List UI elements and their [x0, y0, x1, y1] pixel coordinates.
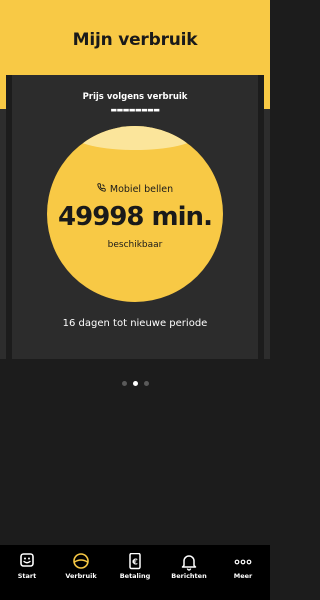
card-title: Prijs volgens verbruik	[82, 92, 188, 102]
pager-dot[interactable]	[121, 381, 127, 386]
usage-card[interactable]: Prijs volgens verbruik ▬▬▬▬▬▬▬▬ Mobiel b…	[12, 75, 258, 359]
pager-dot-active[interactable]	[132, 381, 138, 386]
tab-label: Betaling	[119, 572, 151, 580]
gauge-circle-icon	[71, 553, 91, 571]
tab-betaling[interactable]: € Betaling	[108, 545, 162, 600]
period-countdown: 16 dagen tot nieuwe periode	[62, 318, 208, 329]
tab-label: Verbruik	[65, 572, 97, 580]
previous-card-peek[interactable]	[0, 75, 6, 109]
tab-label: Meer	[233, 572, 253, 580]
bottom-tab-bar: Start Verbruik € Betaling Berichten Meer	[0, 545, 270, 600]
tab-label: Start	[17, 572, 37, 580]
usage-circle: Mobiel bellen 49998 min. beschikbaar	[47, 126, 223, 302]
tab-start[interactable]: Start	[0, 545, 54, 600]
bell-icon	[179, 553, 199, 571]
more-dots-icon	[233, 553, 253, 571]
next-card-peek[interactable]	[264, 75, 270, 109]
pager-dots[interactable]	[0, 381, 270, 387]
tab-label: Berichten	[171, 572, 207, 580]
remaining-caption: beschikbaar	[107, 240, 163, 250]
service-label-text: Mobiel bellen	[109, 184, 174, 195]
tab-meer[interactable]: Meer	[216, 545, 270, 600]
service-label: Mobiel bellen	[47, 183, 223, 195]
tab-berichten[interactable]: Berichten	[162, 545, 216, 600]
previous-card-peek-body[interactable]	[0, 109, 6, 359]
tab-verbruik[interactable]: Verbruik	[54, 545, 108, 600]
smiley-box-icon	[17, 553, 37, 571]
euro-card-icon: €	[125, 552, 145, 571]
header: Mijn verbruik	[0, 0, 270, 75]
card-subtitle-redacted: ▬▬▬▬▬▬▬▬	[110, 106, 160, 114]
pager-dot[interactable]	[143, 381, 149, 386]
next-card-peek-body[interactable]	[264, 109, 270, 359]
page-title: Mijn verbruik	[72, 30, 198, 50]
svg-text:€: €	[131, 558, 138, 567]
phone-icon	[97, 183, 106, 195]
remaining-minutes: 49998 min.	[58, 202, 213, 232]
circle-highlight	[73, 126, 197, 150]
